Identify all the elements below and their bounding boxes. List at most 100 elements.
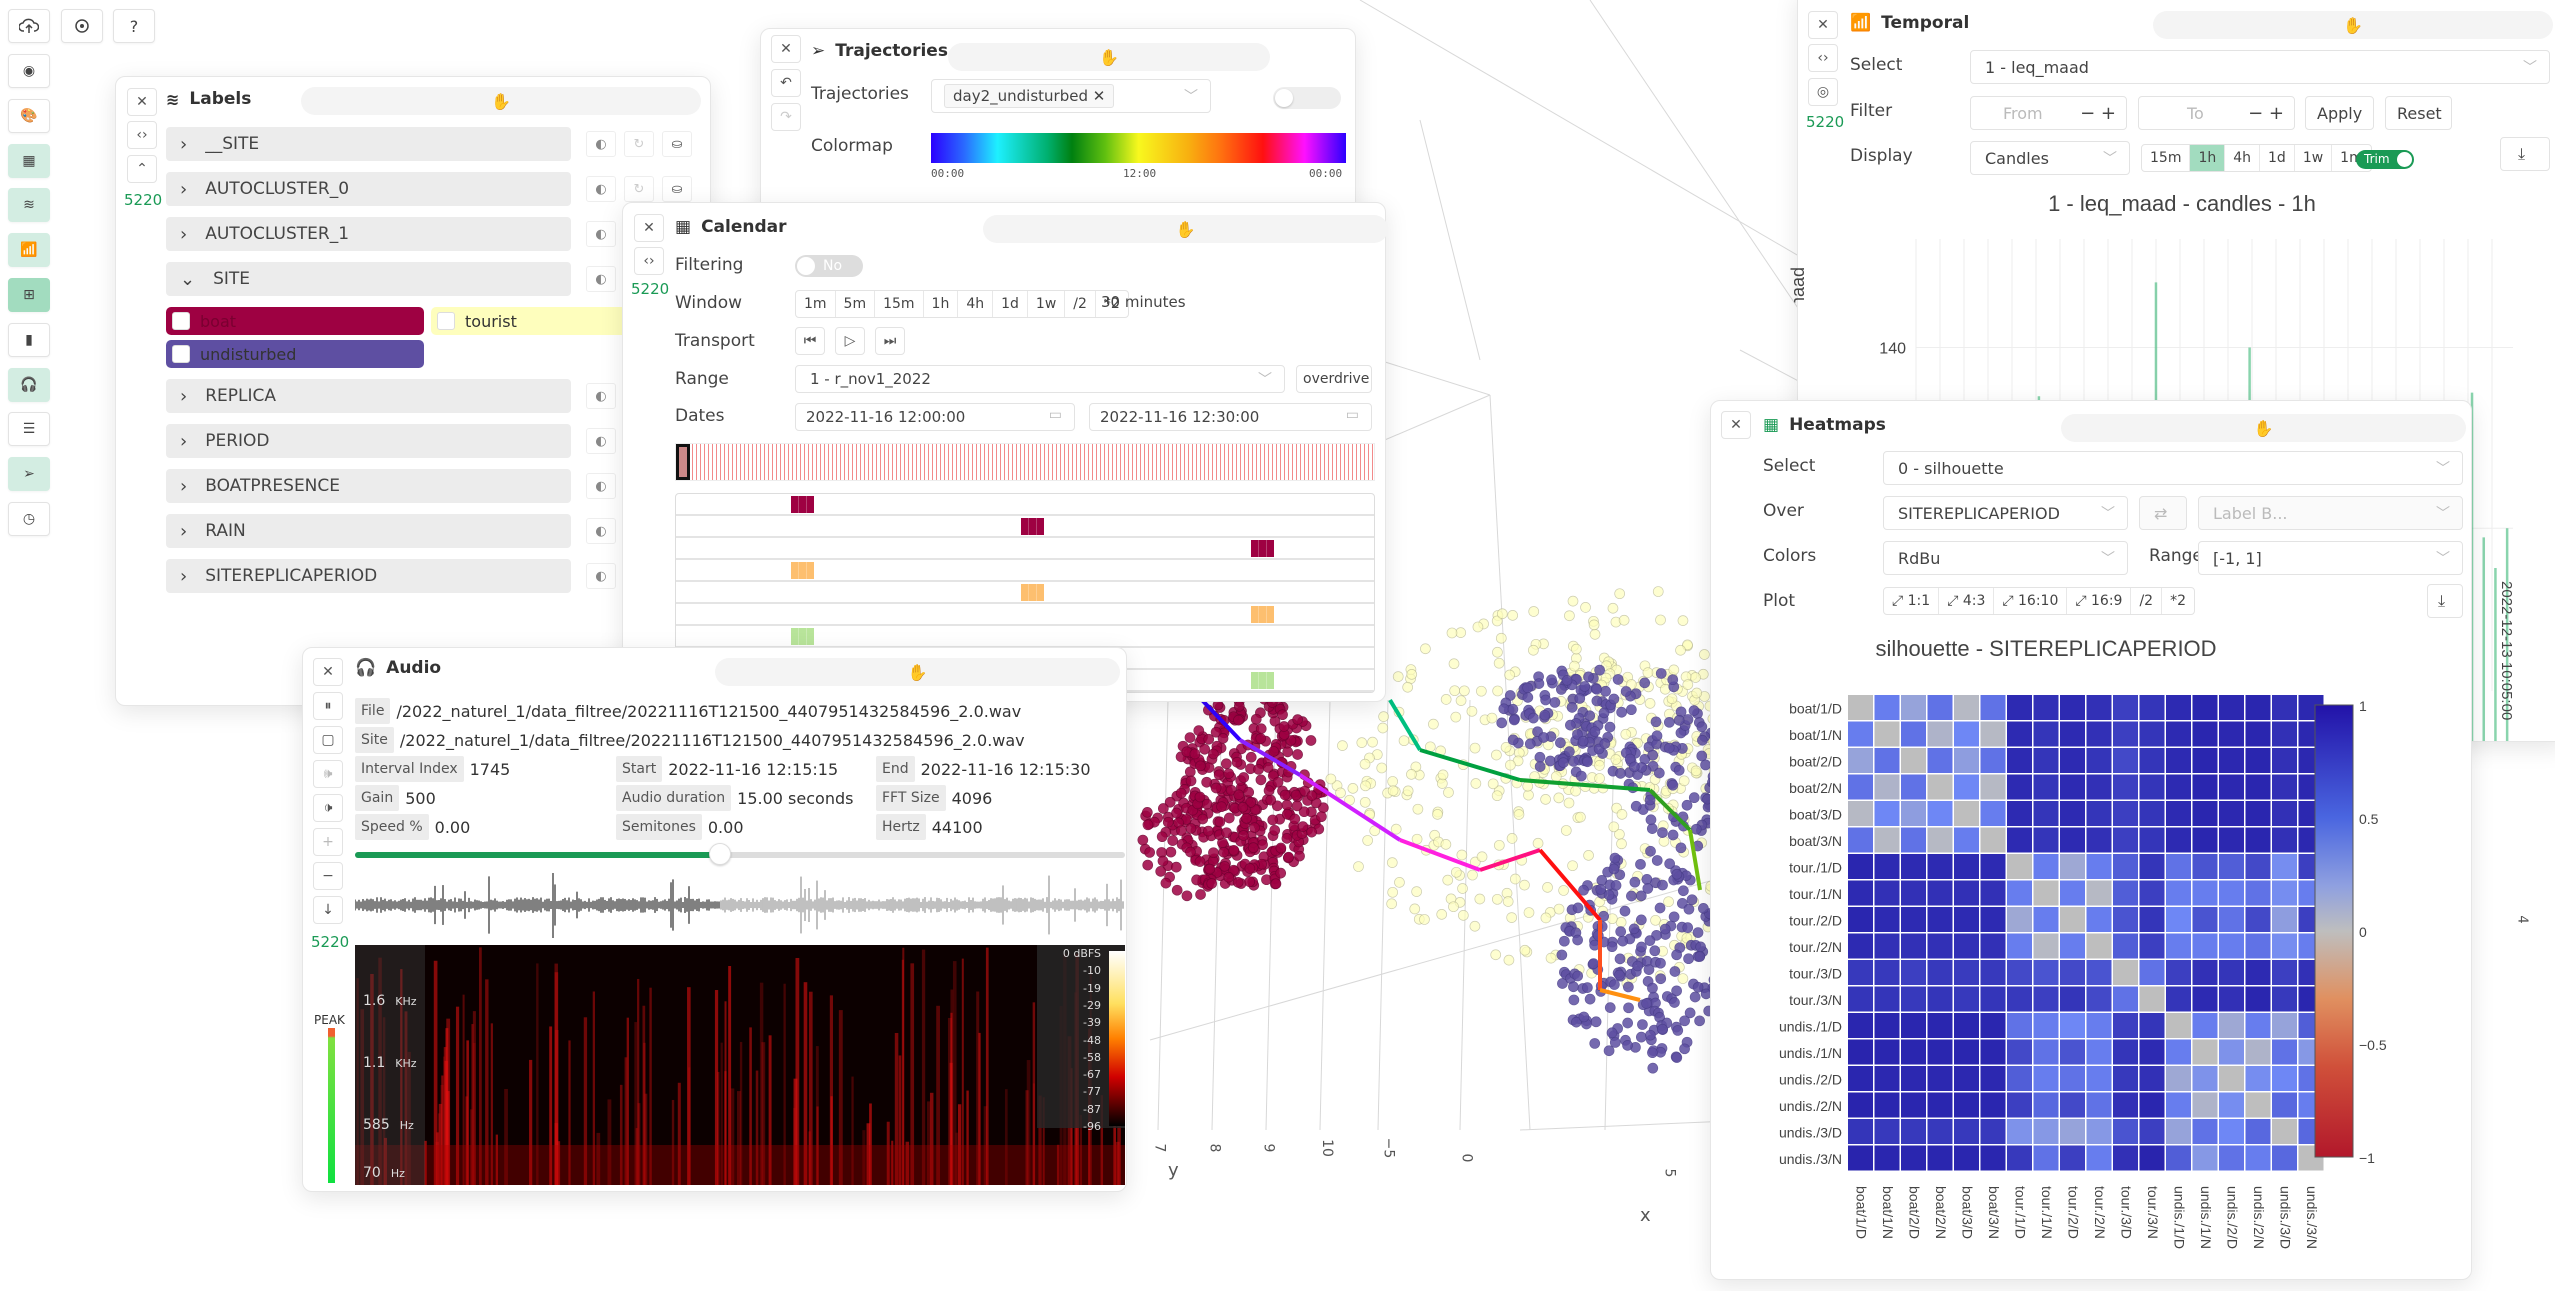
heatmap-cell[interactable] bbox=[2139, 695, 2165, 720]
drag-handle[interactable]: ✋ bbox=[715, 658, 1120, 686]
heatmap-cell[interactable] bbox=[2245, 1066, 2271, 1091]
heatmap-cell[interactable] bbox=[2086, 933, 2112, 959]
heatmap-cell[interactable] bbox=[1980, 1013, 2006, 1038]
heatmap-cell[interactable] bbox=[2272, 960, 2297, 985]
heatmap-cell[interactable] bbox=[2272, 880, 2297, 906]
heatmap-cell[interactable] bbox=[1927, 748, 1953, 773]
export-button[interactable]: ⤓ bbox=[2427, 584, 2463, 618]
heatmap-cell[interactable] bbox=[1848, 1145, 1873, 1171]
heatmap-cell[interactable] bbox=[2086, 827, 2112, 853]
heatmap-cell[interactable] bbox=[1927, 1119, 1953, 1144]
skip-back-button[interactable]: ⏮ bbox=[795, 327, 825, 355]
skip-forward-button[interactable]: ⏭ bbox=[875, 327, 905, 355]
list-button[interactable]: ☰ bbox=[8, 412, 50, 447]
heatmap-cell[interactable] bbox=[2007, 1119, 2032, 1144]
heatmap-cell[interactable] bbox=[2139, 774, 2165, 800]
heatmap-cell[interactable] bbox=[1848, 801, 1873, 826]
timer-button[interactable]: ◷ bbox=[8, 502, 50, 536]
heatmap-cell[interactable] bbox=[1954, 880, 1979, 906]
heatmap-cell[interactable] bbox=[2113, 801, 2138, 826]
heatmap-cell[interactable] bbox=[2192, 1013, 2218, 1038]
heatmap-cell[interactable] bbox=[2033, 933, 2059, 959]
heatmap-cell[interactable] bbox=[2192, 880, 2218, 906]
contrast-icon[interactable]: ◐ bbox=[586, 518, 616, 544]
heatmap-cell[interactable] bbox=[1874, 986, 1900, 1012]
heatmap-cell[interactable] bbox=[2192, 827, 2218, 853]
heatmap-cell[interactable] bbox=[1927, 880, 1953, 906]
heatmap-cell[interactable] bbox=[2245, 695, 2271, 720]
heatmap-cell[interactable] bbox=[2007, 774, 2032, 800]
heatmap-cell[interactable] bbox=[1927, 986, 1953, 1012]
heatmap-cell[interactable] bbox=[2007, 827, 2032, 853]
heatmap-cell[interactable] bbox=[2113, 986, 2138, 1012]
heatmap-cell[interactable] bbox=[2192, 721, 2218, 747]
heatmap-cell[interactable] bbox=[1848, 880, 1873, 906]
heatmap-cell[interactable] bbox=[1980, 986, 2006, 1012]
heatmap-cell[interactable] bbox=[1901, 774, 1926, 800]
heatmap-cell[interactable] bbox=[1901, 1145, 1926, 1171]
heatmap-cell[interactable] bbox=[1874, 1066, 1900, 1091]
heatmap-cell[interactable] bbox=[2139, 801, 2165, 826]
heatmap-cell[interactable] bbox=[1901, 1119, 1926, 1144]
heatmap-cell[interactable] bbox=[2086, 854, 2112, 879]
heatmap-cell[interactable] bbox=[2086, 1066, 2112, 1091]
heatmap-cell[interactable] bbox=[1874, 827, 1900, 853]
heatmap-cell[interactable] bbox=[1980, 854, 2006, 879]
heatmap-cell[interactable] bbox=[2060, 1092, 2085, 1118]
play-button[interactable]: ▷ bbox=[835, 327, 865, 355]
navigation-button[interactable]: ➢ bbox=[8, 457, 50, 492]
calendar-block[interactable] bbox=[791, 628, 814, 645]
interval-option[interactable]: 4h bbox=[2225, 145, 2261, 171]
heatmap-cell[interactable] bbox=[1848, 1066, 1873, 1091]
heatmap-cell[interactable] bbox=[2166, 748, 2191, 773]
heatmap-cell[interactable] bbox=[2033, 748, 2059, 773]
heatmap-cell[interactable] bbox=[2139, 1092, 2165, 1118]
heatmap-cell[interactable] bbox=[2139, 1119, 2165, 1144]
heatmap-cell[interactable] bbox=[1874, 907, 1900, 932]
heatmap-cell[interactable] bbox=[1927, 854, 1953, 879]
heatmap-cell[interactable] bbox=[2086, 774, 2112, 800]
heatmap-cell[interactable] bbox=[1927, 1066, 1953, 1091]
calendar-block[interactable] bbox=[791, 496, 814, 513]
heatmap-cell[interactable] bbox=[2219, 854, 2244, 879]
heatmap-cell[interactable] bbox=[1901, 1013, 1926, 1038]
label-group-autocluster_1[interactable]: › AUTOCLUSTER_1 bbox=[166, 217, 571, 251]
heatmap-cell[interactable] bbox=[1874, 721, 1900, 747]
heatmap-cell[interactable] bbox=[2166, 721, 2191, 747]
window-option[interactable]: 1d bbox=[993, 291, 1028, 317]
heatmap-cell[interactable] bbox=[2272, 827, 2297, 853]
heatmap-chart[interactable]: boat/1/D boat/1/D boat/1/N boat/1/N boat/2/D… bbox=[1711, 681, 2473, 1281]
calendar-block[interactable] bbox=[1021, 584, 1044, 601]
close-trajectories-button[interactable]: ✕ bbox=[771, 35, 801, 63]
heatmap-cell[interactable] bbox=[2113, 1092, 2138, 1118]
heatmap-cell[interactable] bbox=[2192, 907, 2218, 932]
plot-option[interactable]: ⤢ 16:10 bbox=[1994, 588, 2068, 614]
heatmap-cell[interactable] bbox=[2192, 748, 2218, 773]
heatmap-cell[interactable] bbox=[2192, 933, 2218, 959]
label-group-period[interactable]: › PERIOD bbox=[166, 424, 571, 458]
trajectories-select[interactable]: day2_undisturbed ✕ ﹀ bbox=[931, 79, 1211, 113]
heatmap-cell[interactable] bbox=[1927, 907, 1953, 932]
export-button[interactable]: ⤓ bbox=[2500, 137, 2550, 171]
heatmap-cell[interactable] bbox=[1954, 1039, 1979, 1065]
heatmap-cell[interactable] bbox=[1901, 748, 1926, 773]
heatmap-cell[interactable] bbox=[2007, 1066, 2032, 1091]
heatmap-cell[interactable] bbox=[1980, 960, 2006, 985]
reset-button[interactable]: Reset bbox=[2385, 96, 2452, 130]
pause-button[interactable]: ⏸ bbox=[313, 692, 343, 720]
heatmap-cell[interactable] bbox=[2139, 986, 2165, 1012]
calendar-block[interactable] bbox=[791, 562, 814, 579]
volume-up-button[interactable]: 🕪 bbox=[313, 760, 343, 788]
heatmap-cell[interactable] bbox=[2007, 1145, 2032, 1171]
heatmap-cell[interactable] bbox=[2007, 748, 2032, 773]
heatmap-cell[interactable] bbox=[1980, 880, 2006, 906]
filtering-toggle[interactable]: No bbox=[795, 255, 863, 277]
heatmap-cell[interactable] bbox=[2060, 721, 2085, 747]
heatmap-cell[interactable] bbox=[2245, 960, 2271, 985]
swap-button[interactable]: ⇄ bbox=[2139, 496, 2187, 530]
heatmap-cell[interactable] bbox=[1874, 774, 1900, 800]
drag-handle[interactable]: ✋ bbox=[983, 215, 1388, 243]
heatmap-cell[interactable] bbox=[2007, 695, 2032, 720]
interval-option[interactable]: 1w bbox=[2295, 145, 2333, 171]
heatmap-cell[interactable] bbox=[2113, 827, 2138, 853]
